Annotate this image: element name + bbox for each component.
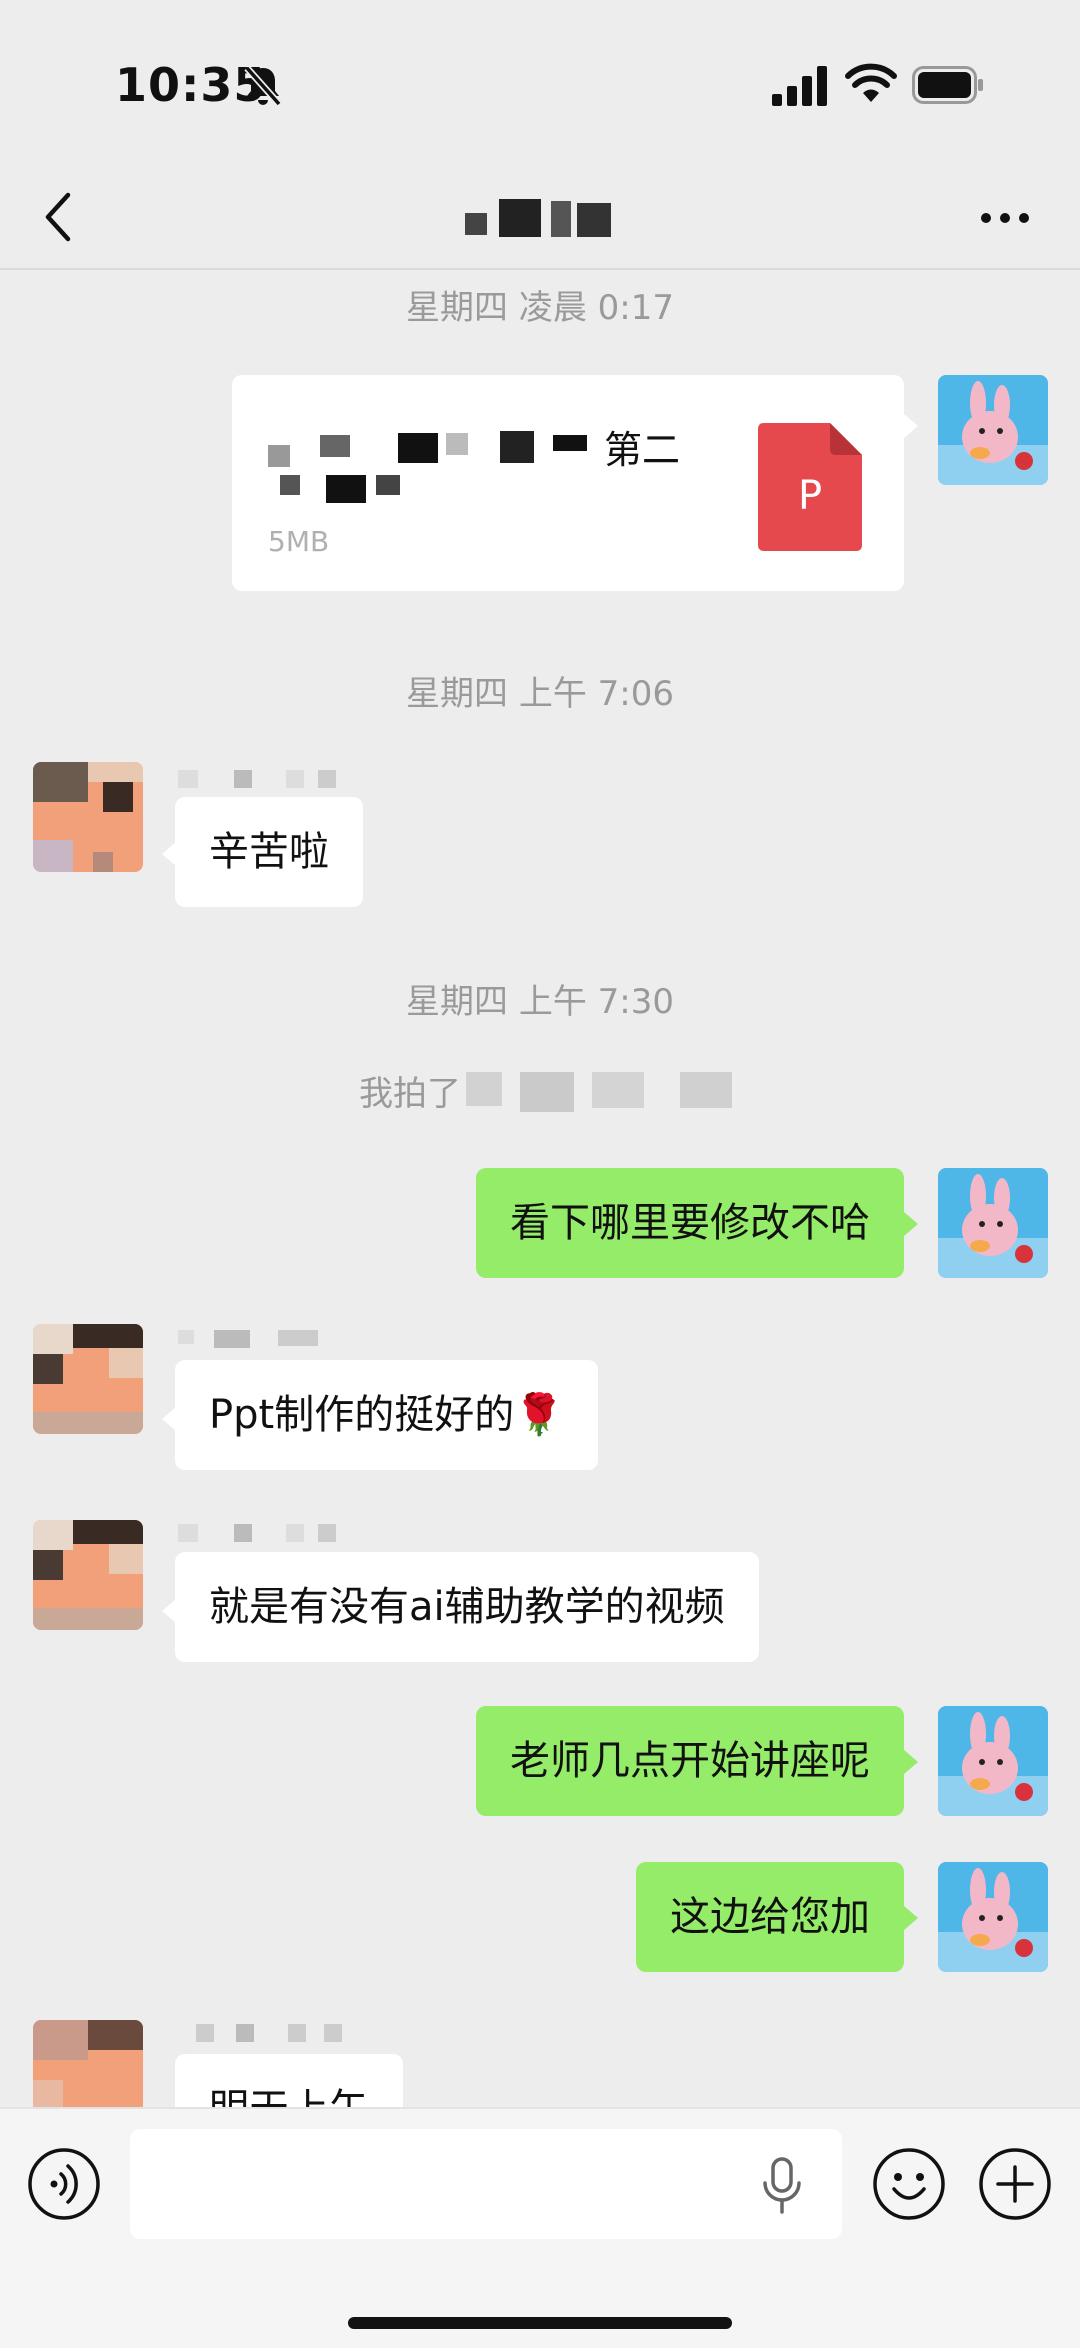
my-avatar[interactable] [938,375,1048,485]
contact-avatar[interactable] [33,1324,143,1434]
voice-icon[interactable] [27,2147,101,2221]
nav-bar [0,175,1080,270]
my-avatar[interactable] [938,1862,1048,1972]
sender-name-redacted [178,770,338,792]
contact-avatar[interactable] [33,1520,143,1630]
contact-avatar[interactable] [33,2020,143,2107]
signal-icon [772,66,827,106]
file-size: 5MB [268,525,330,558]
emoji-icon[interactable] [872,2147,946,2221]
message-bubble-incoming[interactable]: Ppt制作的挺好的🌹 [175,1360,598,1470]
message-bubble-incoming[interactable]: 明天上午 [175,2054,403,2107]
mic-icon[interactable] [760,2157,804,2215]
mute-icon [244,65,282,107]
sender-name-redacted [178,1524,338,1546]
input-bar [0,2107,1080,2348]
chat-title-redacted [465,191,615,245]
file-name: 第二 [604,428,681,472]
file-message-card[interactable]: 第二 5MB P [232,375,904,591]
sender-name-redacted [196,2024,356,2046]
chat-message-list[interactable]: 星期四 凌晨 0:17 第二 5MB P 星期四 上午 7:06 辛苦啦 星期四… [0,272,1080,2107]
sender-name-redacted [178,1330,378,1352]
status-bar: 10:35 [0,0,1080,175]
home-indicator [348,2317,732,2329]
system-note-text: 我拍了 [359,1074,461,1114]
message-bubble-incoming[interactable]: 就是有没有ai辅助教学的视频 [175,1552,759,1662]
more-dots-icon[interactable] [978,203,1032,233]
my-avatar[interactable] [938,1706,1048,1816]
file-name-redacted: 第二 [268,423,708,503]
plus-icon[interactable] [978,2147,1052,2221]
message-input[interactable] [130,2129,842,2239]
ppt-file-icon: P [758,423,862,551]
chevron-left-icon[interactable] [38,187,78,247]
wifi-icon [845,63,897,102]
timestamp: 星期四 上午 7:06 [406,674,674,714]
message-bubble-outgoing[interactable]: 这边给您加 [636,1862,904,1972]
timestamp: 星期四 凌晨 0:17 [406,288,674,328]
svg-text:P: P [798,473,822,519]
my-avatar[interactable] [938,1168,1048,1278]
message-bubble-outgoing[interactable]: 老师几点开始讲座呢 [476,1706,904,1816]
timestamp: 星期四 上午 7:30 [406,982,674,1022]
message-bubble-outgoing[interactable]: 看下哪里要修改不哈 [476,1168,904,1278]
message-bubble-incoming[interactable]: 辛苦啦 [175,797,363,907]
battery-icon [912,66,983,104]
contact-avatar[interactable] [33,762,143,872]
